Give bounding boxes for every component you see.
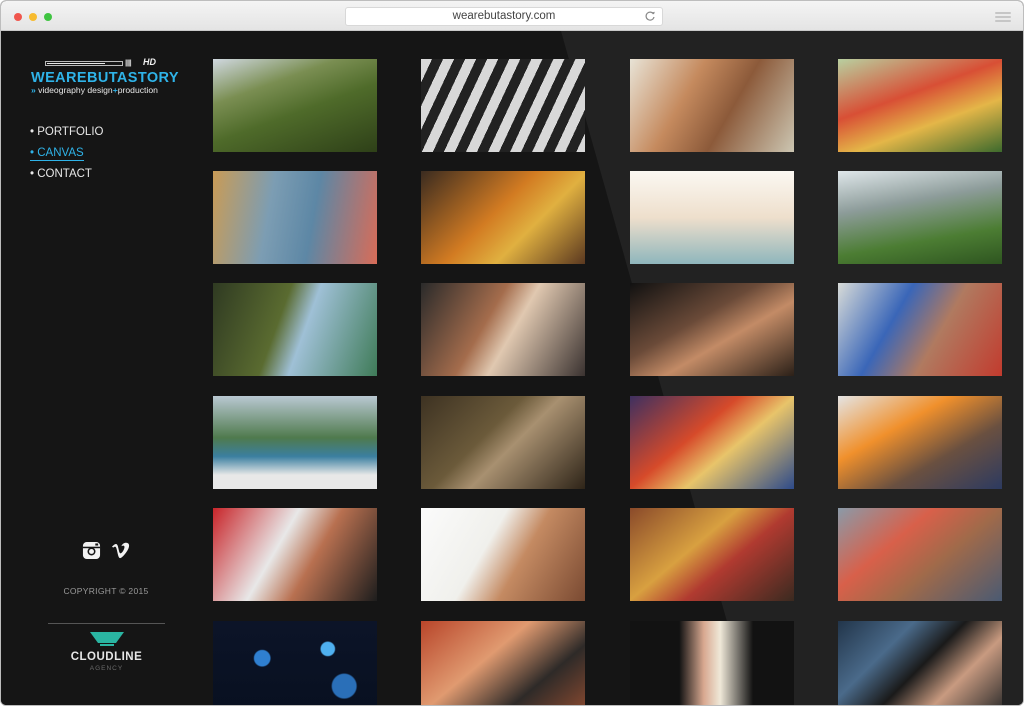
site-logo[interactable]: ||||||| HD WEAREBUTASTORY » videography … (31, 57, 191, 95)
nav-item-portfolio[interactable]: • PORTFOLIO (30, 126, 103, 138)
logo-subtitle: » videography design+production (31, 85, 158, 95)
gallery-thumb-traveler-ruins[interactable] (421, 396, 585, 489)
zoom-window-button[interactable] (44, 13, 52, 21)
footer-divider (48, 623, 165, 624)
vimeo-icon[interactable] (111, 541, 130, 560)
copyright-text: COPYRIGHT © 2015 (63, 586, 149, 596)
gallery-thumb-face-painting[interactable] (421, 283, 585, 376)
gallery-thumb-lake-view-girl[interactable] (213, 171, 377, 264)
close-window-button[interactable] (14, 13, 22, 21)
browser-window: wearebutastory.com ||||||| HD WEAREBUTAS… (0, 0, 1024, 706)
main-nav: • PORTFOLIO • CANVAS • CONTACT (30, 126, 103, 189)
logo-wordmark: WEAREBUTASTORY (31, 70, 179, 86)
url-text: wearebutastory.com (452, 10, 556, 22)
gallery-thumb-dancer-skirt[interactable] (630, 283, 794, 376)
instagram-icon[interactable] (82, 541, 101, 560)
gallery-thumb-flute-player[interactable] (213, 508, 377, 601)
gallery-thumb-mountain-rock[interactable] (838, 171, 1002, 264)
gallery-thumb-beach-dancer[interactable] (630, 171, 794, 264)
gallery-thumb-surprised-woman[interactable] (421, 621, 585, 705)
gallery-thumb-parade-crowd[interactable] (838, 59, 1002, 152)
social-links (82, 541, 130, 560)
agency-name: CLOUDLINE (70, 651, 143, 663)
agency-tag: AGENCY (89, 665, 124, 672)
gallery-thumb-camera-man[interactable] (421, 508, 585, 601)
nav-item-contact[interactable]: • CONTACT (30, 168, 103, 180)
page: ||||||| HD WEAREBUTASTORY » videography … (1, 31, 1023, 705)
sidebar: ||||||| HD WEAREBUTASTORY » videography … (1, 31, 201, 705)
gallery-thumb-reservoir-balcony[interactable] (213, 396, 377, 489)
cloudline-icon (89, 632, 124, 646)
hamburger-menu-icon[interactable] (995, 12, 1011, 22)
gallery-thumb-sombrero-man[interactable] (630, 396, 794, 489)
hd-badge: HD (143, 57, 156, 67)
reload-icon[interactable] (644, 10, 656, 22)
gallery-thumb-sunglasses-model[interactable] (838, 621, 1002, 705)
address-bar[interactable]: wearebutastory.com (345, 7, 663, 26)
gallery-thumb-runway-model[interactable] (630, 621, 794, 705)
gallery-thumb-street-festival[interactable] (838, 508, 1002, 601)
gallery-thumb-jungle-zipline[interactable] (213, 59, 377, 152)
nav-item-canvas[interactable]: • CANVAS (30, 147, 103, 161)
gallery-thumb-blue-lights[interactable] (213, 621, 377, 705)
agency-logo[interactable]: CLOUDLINE AGENCY (49, 631, 164, 672)
gallery-thumb-plant-lake[interactable] (213, 283, 377, 376)
minimize-window-button[interactable] (29, 13, 37, 21)
browser-toolbar: wearebutastory.com (1, 1, 1023, 31)
gallery-thumb-child-shoulders[interactable] (838, 396, 1002, 489)
gallery-thumb-man-tattoo[interactable] (630, 59, 794, 152)
logo-progress-bar: ||||||| HD (31, 57, 191, 67)
gallery-thumb-tribal-dancers[interactable] (630, 508, 794, 601)
gallery-thumb-xylophone-keys[interactable] (421, 59, 585, 152)
gallery-thumb-festival-woman[interactable] (838, 283, 1002, 376)
gallery-thumb-drums[interactable] (421, 171, 585, 264)
